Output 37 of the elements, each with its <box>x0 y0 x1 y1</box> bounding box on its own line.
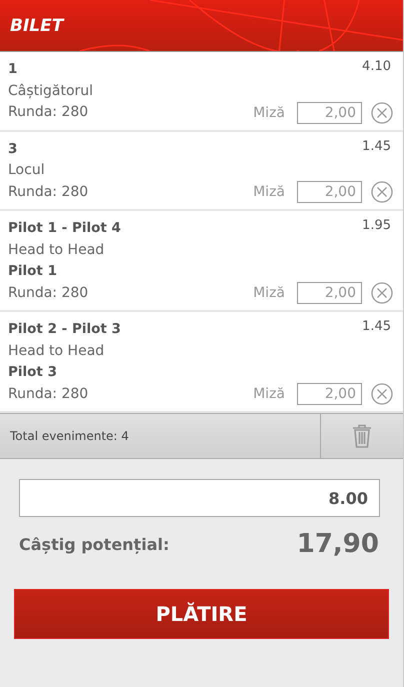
market-label: Head to Head <box>8 240 106 260</box>
potential-win-label: Câștig potențial: <box>19 534 170 554</box>
stake-field[interactable]: 2,00 <box>297 102 362 124</box>
market-label: Head to Head <box>8 342 106 360</box>
potential-win-value: 17,90 <box>296 529 379 559</box>
event-title: Pilot 1 - Pilot 4 <box>8 219 121 238</box>
market-label: Câștigătorul <box>8 82 94 100</box>
round-label: Runda: 280 <box>8 103 90 122</box>
stake-field[interactable]: 2,00 <box>297 181 362 203</box>
event-title: 3 <box>8 140 18 158</box>
close-icon[interactable] <box>371 282 393 304</box>
event-title: 1 <box>8 60 18 79</box>
pay-button[interactable]: PLĂTIRE <box>14 589 389 639</box>
round-label: Runda: 280 <box>8 182 88 202</box>
pick-label: Pilot 3 <box>8 363 58 382</box>
stake-label: Miză <box>253 386 285 402</box>
stake-field[interactable]: 2,00 <box>297 282 362 304</box>
market-label: Locul <box>8 161 46 180</box>
odds-value: 4.10 <box>362 59 391 74</box>
odds-value: 1.45 <box>362 138 391 154</box>
close-icon[interactable] <box>371 102 393 124</box>
close-icon[interactable] <box>371 383 393 405</box>
trash-icon <box>352 424 372 448</box>
round-label: Runda: 280 <box>8 384 90 404</box>
ticket-title: BILET <box>10 16 64 36</box>
total-stake-field[interactable]: 8.00 <box>19 479 380 517</box>
total-events-label: Total evenimente: 4 <box>9 428 130 445</box>
odds-value: 1.45 <box>362 319 391 334</box>
stake-field[interactable]: 2,00 <box>297 383 362 405</box>
event-title: Pilot 2 - Pilot 3 <box>8 320 121 339</box>
odds-value: 1.95 <box>362 218 391 233</box>
stake-label: Miză <box>253 104 285 120</box>
round-label: Runda: 280 <box>8 284 90 302</box>
close-icon[interactable] <box>371 181 393 203</box>
stake-label: Miză <box>253 285 285 301</box>
stake-label: Miză <box>253 184 285 200</box>
pick-label: Pilot 1 <box>8 262 58 281</box>
